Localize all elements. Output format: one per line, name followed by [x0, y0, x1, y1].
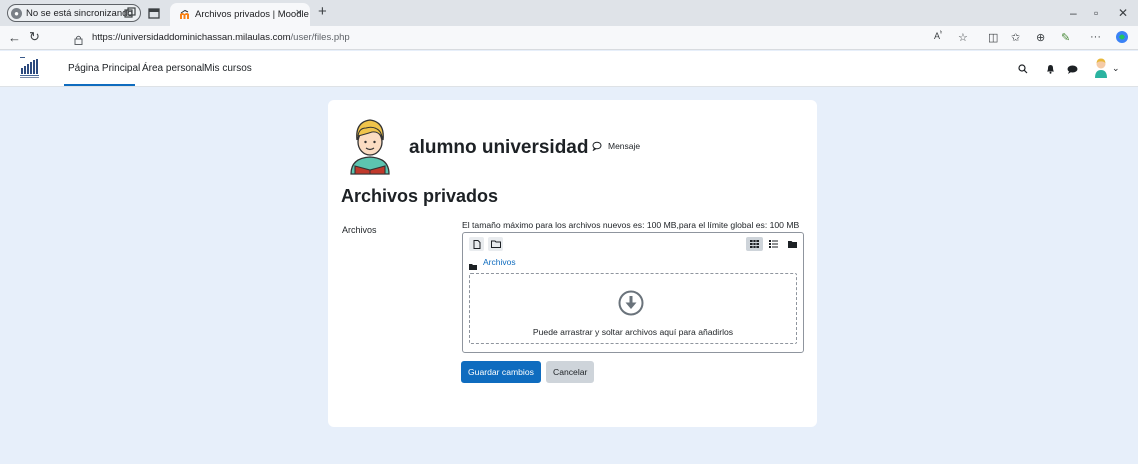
- browser-toolbar: ← ↻ https://universidaddominichassan.mil…: [0, 26, 1138, 50]
- back-arrow-icon[interactable]: ←: [8, 30, 21, 45]
- breadcrumb-archivos[interactable]: Archivos: [483, 257, 516, 267]
- active-nav-indicator: [64, 84, 135, 86]
- nav-pagina-principal[interactable]: Página Principal: [68, 63, 140, 74]
- folder-outline-icon: [490, 240, 501, 248]
- cancel-button[interactable]: Cancelar: [546, 361, 595, 383]
- profile-label: No se está sincronizando: [26, 7, 133, 19]
- file-dropzone[interactable]: Puede arrastrar y soltar archivos aquí p…: [469, 273, 797, 344]
- user-avatar[interactable]: [1093, 57, 1109, 79]
- split-screen-icon[interactable]: ◫: [988, 31, 998, 44]
- notifications-bell-icon[interactable]: [1043, 62, 1057, 76]
- maximize-button[interactable]: ▫: [1094, 6, 1098, 20]
- files-field-label: Archivos: [342, 225, 377, 235]
- chevron-down-icon[interactable]: ⌄: [1112, 63, 1120, 74]
- lock-icon: [74, 32, 83, 45]
- chat-bubble-icon: [592, 141, 602, 151]
- save-changes-button[interactable]: Guardar cambios: [461, 361, 541, 383]
- nav-area-personal[interactable]: Área personal: [142, 63, 204, 74]
- dropzone-text: Puede arrastrar y soltar archivos aquí p…: [532, 327, 734, 337]
- download-arrow-icon: [618, 290, 644, 316]
- close-window-button[interactable]: ✕: [1118, 6, 1128, 20]
- profile-avatar-image: [341, 114, 399, 176]
- minimize-button[interactable]: –: [1070, 6, 1077, 20]
- view-list-button[interactable]: [765, 237, 782, 251]
- search-icon[interactable]: [1016, 62, 1030, 76]
- max-size-note: El tamaño máximo para los archivos nuevo…: [462, 220, 800, 230]
- tab-close-icon[interactable]: ×: [296, 7, 302, 19]
- browser-tab-strip: ● No se está sincronizando Archivos priv…: [0, 0, 1138, 26]
- copilot-icon[interactable]: [1115, 30, 1129, 47]
- read-aloud-icon[interactable]: Aʰ: [934, 31, 942, 41]
- message-button[interactable]: Mensaje: [592, 141, 640, 151]
- university-logo[interactable]: [19, 56, 41, 80]
- view-icons-button[interactable]: [746, 237, 763, 251]
- new-tab-button[interactable]: +: [318, 3, 327, 20]
- profile-icon: ●: [11, 7, 22, 19]
- file-icon: [473, 239, 480, 249]
- address-bar[interactable]: https://universidaddominichassan.milaula…: [92, 32, 350, 43]
- tab-actions-icon[interactable]: [146, 5, 162, 21]
- favorite-star-icon[interactable]: ☆: [958, 31, 968, 44]
- file-manager: Archivos Puede arrastrar y soltar archiv…: [462, 232, 804, 353]
- grid-icon: [750, 240, 759, 248]
- more-menu-icon[interactable]: ···: [1090, 31, 1101, 43]
- nav-mis-cursos[interactable]: Mis cursos: [204, 63, 252, 74]
- message-label: Mensaje: [608, 141, 641, 151]
- extensions-icon[interactable]: ✎: [1061, 31, 1070, 44]
- moodle-favicon-icon: [179, 9, 190, 20]
- profile-name: alumno universidad: [409, 137, 589, 158]
- favorites-icon[interactable]: ✩: [1011, 31, 1020, 44]
- list-icon: [769, 240, 778, 248]
- url-path: /user/files.php: [290, 32, 350, 43]
- folder-icon: [469, 257, 477, 270]
- refresh-icon[interactable]: ↻: [29, 29, 40, 45]
- main-content-card: alumno universidad Mensaje Archivos priv…: [328, 100, 817, 427]
- page-title: Archivos privados: [341, 186, 499, 206]
- folder-icon: [788, 240, 797, 248]
- moodle-navbar: Página Principal Área personal Mis curso…: [0, 51, 1138, 87]
- profile-button[interactable]: ● No se está sincronizando: [7, 4, 141, 22]
- workspaces-icon[interactable]: [122, 5, 138, 21]
- view-tree-button[interactable]: [784, 237, 801, 251]
- collections-icon[interactable]: ⊕: [1036, 31, 1045, 44]
- tab-archivos-privados[interactable]: Archivos privados | Moodle ×: [170, 3, 310, 26]
- add-file-button[interactable]: [469, 237, 484, 251]
- create-folder-button[interactable]: [488, 237, 503, 251]
- messages-icon[interactable]: [1065, 62, 1079, 76]
- url-host: https://universidaddominichassan.milaula…: [92, 32, 291, 43]
- tab-title: Archivos privados | Moodle: [195, 9, 309, 20]
